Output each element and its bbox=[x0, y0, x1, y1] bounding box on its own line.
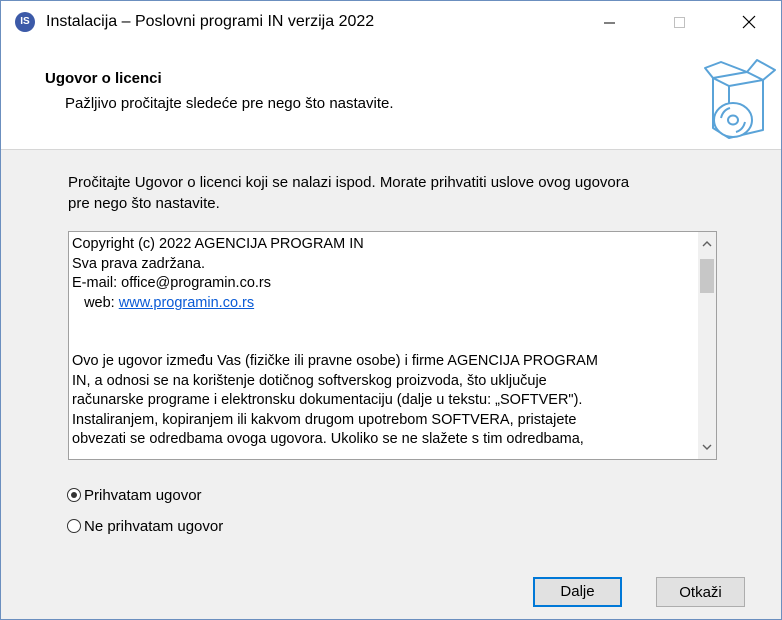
maximize-icon bbox=[674, 17, 685, 28]
window-title: Instalacija – Poslovni programi IN verzi… bbox=[46, 13, 375, 30]
instructions-line: Pročitajte Ugovor o licenci koji se nala… bbox=[68, 174, 630, 191]
instructions-text: Pročitajte Ugovor o licenci koji se nala… bbox=[68, 172, 728, 214]
license-line: Copyright (c) 2022 AGENCIJA PROGRAM IN bbox=[72, 236, 364, 252]
web-label: web: bbox=[72, 294, 119, 311]
next-button[interactable]: Dalje bbox=[533, 577, 622, 607]
radio-unchecked-icon[interactable] bbox=[67, 519, 81, 533]
installer-window: IS Instalacija – Poslovni programi IN ve… bbox=[0, 0, 782, 620]
wizard-content: Pročitajte Ugovor o licenci koji se nala… bbox=[1, 150, 781, 619]
minimize-button[interactable] bbox=[586, 1, 632, 45]
license-line: E-mail: office@programin.co.rs bbox=[72, 275, 271, 291]
license-blank-line bbox=[72, 313, 694, 333]
software-box-cd-icon bbox=[704, 59, 776, 139]
wizard-header: Ugovor o licenci Pažljivo pročitajte sle… bbox=[1, 45, 781, 150]
app-icon: IS bbox=[15, 12, 35, 32]
license-text: Copyright (c) 2022 AGENCIJA PROGRAM IN S… bbox=[72, 235, 694, 450]
scroll-up-arrow-icon[interactable] bbox=[698, 236, 716, 252]
decline-radio[interactable]: Ne prihvatam ugovor bbox=[67, 516, 223, 536]
radio-checked-icon[interactable] bbox=[67, 488, 81, 502]
page-title: Ugovor o licenci bbox=[45, 70, 162, 87]
maximize-button[interactable] bbox=[656, 1, 702, 45]
license-textbox[interactable]: Copyright (c) 2022 AGENCIJA PROGRAM IN S… bbox=[68, 231, 717, 460]
close-button[interactable] bbox=[725, 1, 771, 45]
license-line: Sva prava zadržana. bbox=[72, 255, 205, 272]
decline-label: Ne prihvatam ugovor bbox=[84, 517, 224, 535]
license-line: računarske programe i elektronsku dokume… bbox=[72, 392, 583, 408]
page-subtitle: Pažljivo pročitajte sledeće pre nego što… bbox=[65, 95, 394, 112]
license-line: obvezati se odredbama ovoga ugovora. Uko… bbox=[72, 431, 584, 447]
cancel-button[interactable]: Otkaži bbox=[656, 577, 745, 607]
scroll-down-arrow-icon[interactable] bbox=[698, 439, 716, 455]
close-icon bbox=[742, 15, 756, 29]
license-web-line: web: www.programin.co.rs bbox=[72, 294, 694, 314]
title-bar[interactable]: IS Instalacija – Poslovni programi IN ve… bbox=[1, 1, 781, 45]
license-line: IN, a odnosi se na korištenje dotičnog s… bbox=[72, 372, 547, 389]
website-link[interactable]: www.programin.co.rs bbox=[119, 295, 254, 311]
license-scrollbar[interactable] bbox=[698, 232, 716, 459]
license-line: Instaliranjem, kopiranjem ili kakvom dru… bbox=[72, 411, 577, 428]
license-blank-line bbox=[72, 333, 694, 353]
accept-radio[interactable]: Prihvatam ugovor bbox=[67, 485, 202, 505]
license-line: Ovo je ugovor između Vas (fizičke ili pr… bbox=[72, 353, 598, 369]
scrollbar-thumb[interactable] bbox=[700, 259, 714, 293]
minimize-icon bbox=[604, 22, 615, 24]
instructions-line: pre nego što nastavite. bbox=[68, 195, 220, 212]
accept-label: Prihvatam ugovor bbox=[84, 486, 202, 504]
